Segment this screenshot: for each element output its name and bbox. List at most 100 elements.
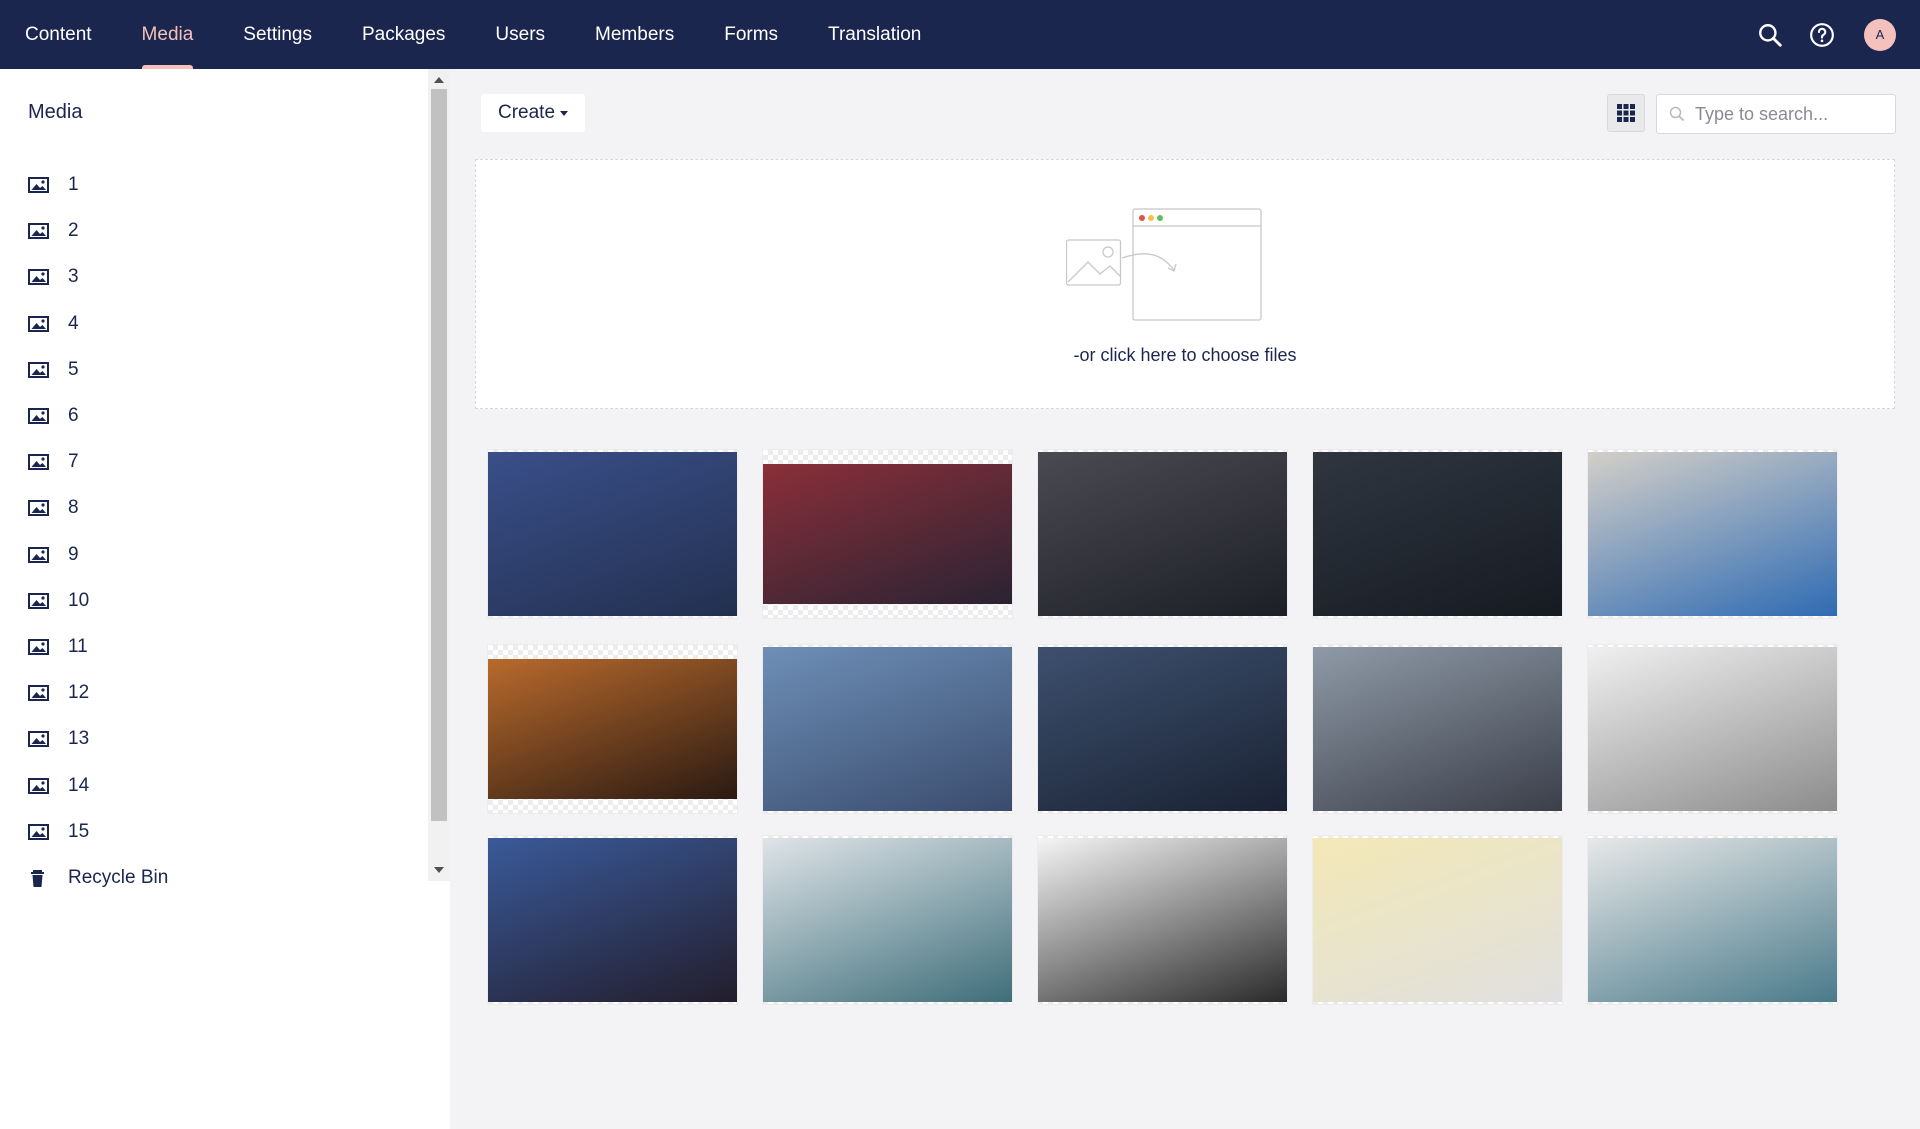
- upload-illustration-icon: [1066, 208, 1262, 321]
- tree-item-2[interactable]: 2: [0, 208, 428, 254]
- tree-item-label: Recycle Bin: [68, 866, 169, 888]
- tree-item-label: 9: [68, 543, 79, 565]
- tree-item-8[interactable]: 8: [0, 485, 428, 531]
- search-small-icon: [1669, 106, 1685, 122]
- media-item-10[interactable]: [1587, 644, 1838, 814]
- upload-dropzone[interactable]: -or click here to choose files: [475, 159, 1895, 409]
- media-thumbnail-image: [488, 659, 737, 799]
- image-icon: [28, 683, 52, 703]
- nav-tab-packages[interactable]: Packages: [337, 0, 470, 69]
- tree-item-11[interactable]: 11: [0, 624, 428, 670]
- help-icon[interactable]: [1806, 19, 1838, 51]
- tree-item-1[interactable]: 1: [0, 162, 428, 208]
- create-button-label: Create: [497, 102, 556, 123]
- nav-tab-forms[interactable]: Forms: [699, 0, 803, 69]
- media-item-7[interactable]: [762, 644, 1013, 814]
- tree-item-10[interactable]: 10: [0, 578, 428, 624]
- nav-tab-media[interactable]: Media: [117, 0, 219, 69]
- tree-item-label: 12: [68, 682, 90, 704]
- image-icon: [28, 175, 52, 195]
- media-item-6[interactable]: [487, 644, 738, 814]
- image-icon: [28, 729, 52, 749]
- tree-item-14[interactable]: 14: [0, 762, 428, 808]
- media-thumbnail-image: [763, 464, 1012, 604]
- media-item-3[interactable]: [1037, 449, 1288, 619]
- media-thumbnail-image: [763, 838, 1012, 1002]
- media-item-11[interactable]: [487, 835, 738, 1005]
- tree-title: Media: [28, 101, 83, 123]
- image-icon: [28, 267, 52, 287]
- media-item-4[interactable]: [1312, 449, 1563, 619]
- tree-item-label: 3: [68, 266, 79, 288]
- image-icon: [28, 221, 52, 241]
- tree-item-5[interactable]: 5: [0, 347, 428, 393]
- tree-item-label: 10: [68, 589, 90, 611]
- tree-item-label: 6: [68, 405, 79, 427]
- media-thumbnail-image: [1313, 647, 1562, 811]
- image-icon: [28, 314, 52, 334]
- tree-scrollbar[interactable]: [428, 69, 450, 881]
- create-button[interactable]: Create: [481, 94, 585, 132]
- nav-tab-members[interactable]: Members: [570, 0, 699, 69]
- tree-item-9[interactable]: 9: [0, 532, 428, 578]
- tree-item-6[interactable]: 6: [0, 393, 428, 439]
- search-input[interactable]: [1693, 102, 1887, 126]
- section-nav: Content Media Settings Packages Users Members…: [0, 0, 946, 69]
- tree-item-label: 7: [68, 451, 79, 473]
- media-thumbnail-image: [1038, 647, 1287, 811]
- media-thumbnail-image: [763, 647, 1012, 811]
- media-tree-panel: Media 1 2 3 4 5 6 7 8 9 10 11 12 13 14 15 Recycle Bin: [0, 69, 450, 1129]
- media-item-8[interactable]: [1037, 644, 1288, 814]
- media-tree-list: 1 2 3 4 5 6 7 8 9 10 11 12 13 14 15 Recycle Bin: [0, 162, 428, 949]
- top-navigation-bar: Content Media Settings Packages Users Members…: [0, 0, 1920, 69]
- tree-item-7[interactable]: 7: [0, 439, 428, 485]
- dropzone-text: -or click here to choose files: [1073, 345, 1297, 365]
- image-icon: [28, 498, 52, 518]
- search-icon[interactable]: [1754, 19, 1786, 51]
- top-right-actions: A: [1754, 0, 1896, 69]
- media-item-1[interactable]: [487, 449, 738, 619]
- media-item-12[interactable]: [762, 835, 1013, 1005]
- image-icon: [28, 591, 52, 611]
- tree-item-label: 15: [68, 820, 90, 842]
- image-icon: [28, 406, 52, 426]
- tree-item-label: 13: [68, 728, 90, 750]
- user-avatar[interactable]: A: [1864, 18, 1896, 51]
- media-thumbnail-image: [1313, 838, 1562, 1002]
- media-item-2[interactable]: [762, 449, 1013, 619]
- tree-item-label: 2: [68, 220, 79, 242]
- nav-tab-settings[interactable]: Settings: [218, 0, 337, 69]
- nav-tab-content[interactable]: Content: [0, 0, 117, 69]
- tree-item-recycle-bin[interactable]: Recycle Bin: [0, 855, 428, 901]
- nav-tab-users[interactable]: Users: [470, 0, 570, 69]
- media-workspace: Create -or click here to choose files: [450, 69, 1920, 1129]
- image-icon: [28, 452, 52, 472]
- image-icon: [28, 776, 52, 796]
- scroll-thumb[interactable]: [431, 89, 447, 821]
- tree-item-3[interactable]: 3: [0, 254, 428, 300]
- image-icon: [28, 822, 52, 842]
- media-item-9[interactable]: [1312, 644, 1563, 814]
- tree-item-label: 1: [68, 174, 79, 196]
- tree-item-label: 8: [68, 497, 79, 519]
- image-icon: [28, 360, 52, 380]
- tree-item-4[interactable]: 4: [0, 301, 428, 347]
- media-item-15[interactable]: [1587, 835, 1838, 1005]
- media-thumbnail-image: [1038, 452, 1287, 616]
- tree-item-12[interactable]: 12: [0, 670, 428, 716]
- scroll-up-arrow-icon[interactable]: [434, 77, 444, 83]
- tree-item-15[interactable]: 15: [0, 809, 428, 855]
- media-item-14[interactable]: [1312, 835, 1563, 1005]
- search-box: [1656, 94, 1896, 134]
- media-thumbnail-image: [488, 838, 737, 1002]
- caret-down-icon: [560, 110, 569, 116]
- media-item-13[interactable]: [1037, 835, 1288, 1005]
- scroll-down-arrow-icon[interactable]: [434, 867, 444, 873]
- media-item-5[interactable]: [1587, 449, 1838, 619]
- image-icon: [28, 637, 52, 657]
- nav-tab-translation[interactable]: Translation: [803, 0, 946, 69]
- media-thumbnail-image: [1588, 647, 1837, 811]
- tree-item-label: 4: [68, 312, 79, 334]
- tree-item-13[interactable]: 13: [0, 716, 428, 762]
- grid-view-button[interactable]: [1607, 94, 1645, 132]
